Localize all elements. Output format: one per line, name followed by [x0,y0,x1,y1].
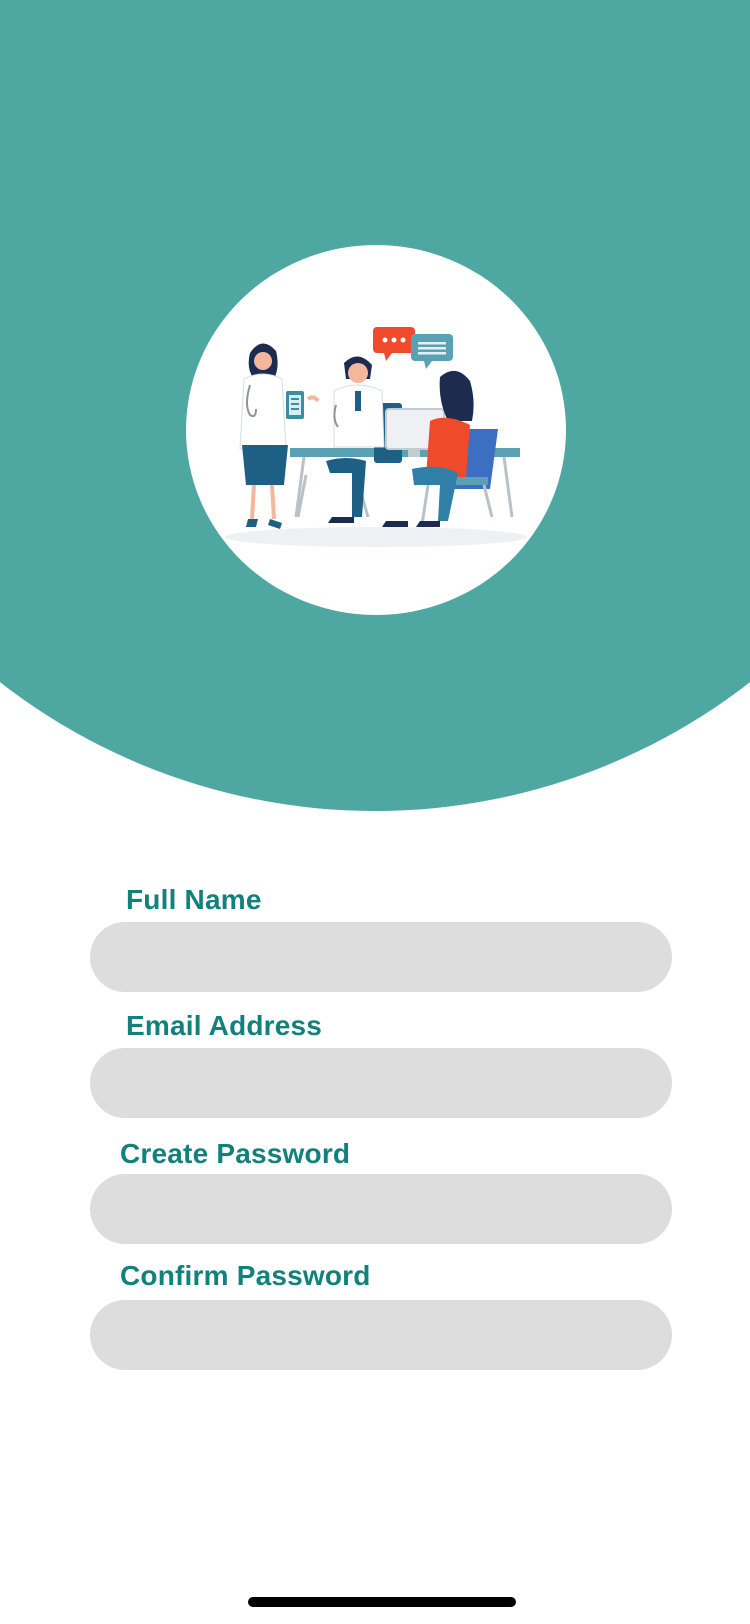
doctor-consultation-illustration [226,327,526,547]
email-address-label: Email Address [126,1010,323,1041]
hero-illustration-badge [186,245,566,615]
standing-doctor-figure [239,343,320,529]
full-name-label: Full Name [126,884,262,915]
seated-doctor-figure [326,356,385,523]
speech-bubble-red-icon [373,327,415,361]
create-password-label: Create Password [120,1138,351,1169]
confirm-password-input[interactable] [90,1300,672,1370]
full-name-input[interactable] [90,922,672,992]
speech-bubble-teal-icon [411,334,453,369]
email-address-input[interactable] [90,1048,672,1118]
home-indicator[interactable] [248,1597,516,1607]
create-password-input[interactable] [90,1174,672,1244]
confirm-password-label: Confirm Password [120,1260,371,1291]
